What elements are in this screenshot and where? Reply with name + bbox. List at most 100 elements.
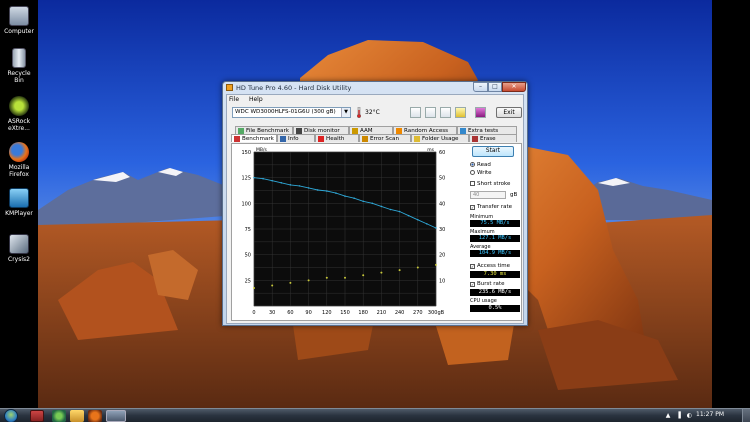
- tab-file-benchmark[interactable]: File Benchmark: [235, 126, 293, 134]
- desktop-icon-recycle-bin[interactable]: Recycle Bin: [2, 48, 36, 84]
- start-button-orb[interactable]: [4, 409, 18, 422]
- taskbar-active-window[interactable]: [106, 410, 126, 422]
- write-option[interactable]: Write: [470, 170, 492, 176]
- access-time-point: [253, 287, 255, 290]
- minimize-button[interactable]: –: [473, 82, 488, 92]
- short-stroke-input[interactable]: 40: [470, 191, 506, 199]
- transfer-rate-option[interactable]: ✓ Transfer rate: [470, 204, 512, 210]
- read-option[interactable]: Read: [470, 162, 491, 168]
- health-icon: [318, 136, 324, 142]
- tab-random-access[interactable]: Random Access: [393, 126, 457, 134]
- menu-help[interactable]: Help: [249, 96, 263, 103]
- y-left-unit: MB/s: [256, 147, 267, 153]
- copy-icon[interactable]: [410, 107, 421, 118]
- benchmark-panel: 0 30 60 90 120 150 180 210 240 270 300gB 150 125 100 7…: [231, 143, 522, 321]
- transfer-rate-point: [326, 190, 328, 192]
- x-tick-label: 210: [377, 310, 387, 316]
- tab-error-scan[interactable]: Error Scan: [359, 134, 411, 142]
- show-desktop-button[interactable]: [742, 409, 750, 422]
- transfer-rate-point: [426, 223, 428, 225]
- window-client: File Help WDC WD3000HLFS-01G6U (300 gB) …: [226, 94, 524, 324]
- transfer-rate-point: [262, 177, 264, 180]
- help-icon[interactable]: [475, 107, 486, 118]
- thermometer-icon: [356, 107, 362, 118]
- maximize-button[interactable]: □: [488, 82, 502, 92]
- computer-icon: [9, 6, 29, 26]
- desktop-icon-kmplayer[interactable]: KMPlayer: [2, 188, 36, 217]
- write-label: Write: [477, 170, 492, 176]
- access-time-point: [380, 271, 383, 274]
- access-time-point: [344, 276, 346, 279]
- access-time-point: [271, 284, 274, 287]
- x-tick-label: 60: [287, 310, 293, 316]
- short-stroke-unit: gB: [510, 192, 518, 198]
- x-tick-label: 180: [358, 310, 368, 316]
- transfer-rate-point: [298, 185, 301, 187]
- y-right-tick-label: 10: [439, 278, 445, 284]
- desktop-icon-asrock[interactable]: ASRock eXtre...: [2, 96, 36, 132]
- tab-extra-tests[interactable]: Extra tests: [457, 126, 517, 134]
- close-button[interactable]: ✕: [502, 82, 526, 92]
- menu-file[interactable]: File: [229, 96, 239, 103]
- exit-button[interactable]: Exit: [496, 107, 522, 118]
- y-left-tick-label: 75: [245, 227, 251, 233]
- y-left-tick-label: 125: [241, 176, 251, 182]
- taskbar-folder-icon[interactable]: [70, 410, 84, 422]
- burst-rate-value: 235.6 MB/s: [470, 289, 520, 296]
- save-screenshot-icon[interactable]: [440, 107, 451, 118]
- access-time-point: [416, 266, 419, 269]
- chevron-down-icon[interactable]: ▼: [341, 108, 350, 117]
- access-time-option[interactable]: ✓ Access time: [470, 263, 510, 269]
- desktop-icon-label: ASRock eXtre...: [7, 118, 31, 132]
- read-label: Read: [477, 162, 491, 168]
- transfer-rate-point: [407, 214, 410, 217]
- copy-info-icon[interactable]: [425, 107, 436, 118]
- desktop-icon-firefox[interactable]: Mozilla Firefox: [2, 142, 36, 178]
- taskbar-clock[interactable]: 11:27 PM: [696, 411, 724, 418]
- taskbar-hdtune-icon[interactable]: [30, 410, 44, 422]
- erase-icon: [472, 136, 478, 142]
- short-stroke-checkbox[interactable]: [470, 181, 475, 186]
- options-icon[interactable]: [455, 107, 466, 118]
- y-right-tick-label: 50: [439, 176, 445, 182]
- drive-select[interactable]: WDC WD3000HLFS-01G6U (300 gB) ▼: [232, 107, 351, 118]
- read-radio[interactable]: [470, 162, 475, 167]
- access-time-point: [398, 269, 401, 272]
- y-left-tick-label: 150: [241, 150, 251, 156]
- short-stroke-option[interactable]: Short stroke: [470, 181, 510, 187]
- folder-usage-icon: [414, 136, 420, 142]
- start-button[interactable]: Start: [472, 146, 514, 157]
- tab-benchmark[interactable]: Benchmark: [231, 134, 277, 142]
- tab-health[interactable]: Health: [315, 134, 359, 142]
- burst-rate-option[interactable]: ✓ Burst rate: [470, 281, 504, 287]
- transfer-rate-point: [435, 227, 437, 229]
- access-time-checkbox[interactable]: ✓: [470, 264, 475, 269]
- x-tick-label: 240: [395, 310, 405, 316]
- burst-rate-checkbox[interactable]: ✓: [470, 282, 475, 287]
- x-tick-label: 0: [252, 310, 255, 316]
- tab-disk-monitor[interactable]: Disk monitor: [293, 126, 349, 134]
- access-time-point: [289, 281, 292, 284]
- transfer-rate-point: [344, 195, 346, 197]
- window-titlebar[interactable]: HD Tune Pro 4.60 - Hard Disk Utility – □…: [223, 82, 527, 93]
- tab-erase[interactable]: Erase: [469, 134, 517, 142]
- tab-folder-usage[interactable]: Folder Usage: [411, 134, 469, 142]
- tab-aam[interactable]: AAM: [349, 126, 393, 134]
- transfer-rate-point: [380, 205, 383, 208]
- transfer-rate-point: [335, 192, 337, 194]
- desktop-icon-label: KMPlayer: [5, 210, 33, 217]
- write-radio[interactable]: [470, 170, 475, 175]
- transfer-rate-point: [253, 176, 255, 179]
- info-icon: [280, 136, 286, 142]
- taskbar-asrock-icon[interactable]: [52, 410, 66, 422]
- desktop-icon-label: Recycle Bin: [7, 70, 31, 84]
- taskbar-firefox-icon[interactable]: [88, 410, 102, 422]
- access-time-point: [325, 276, 328, 279]
- desktop-icon-computer[interactable]: Computer: [2, 6, 36, 35]
- desktop-icon-crysis2[interactable]: Crysis2: [2, 234, 36, 263]
- transfer-rate-point: [398, 210, 401, 213]
- tab-info[interactable]: Info: [277, 134, 315, 142]
- transfer-rate-label: Transfer rate: [477, 204, 513, 210]
- transfer-rate-checkbox[interactable]: ✓: [470, 205, 475, 210]
- system-tray-icons[interactable]: ▲ ▐ ◐: [666, 412, 694, 419]
